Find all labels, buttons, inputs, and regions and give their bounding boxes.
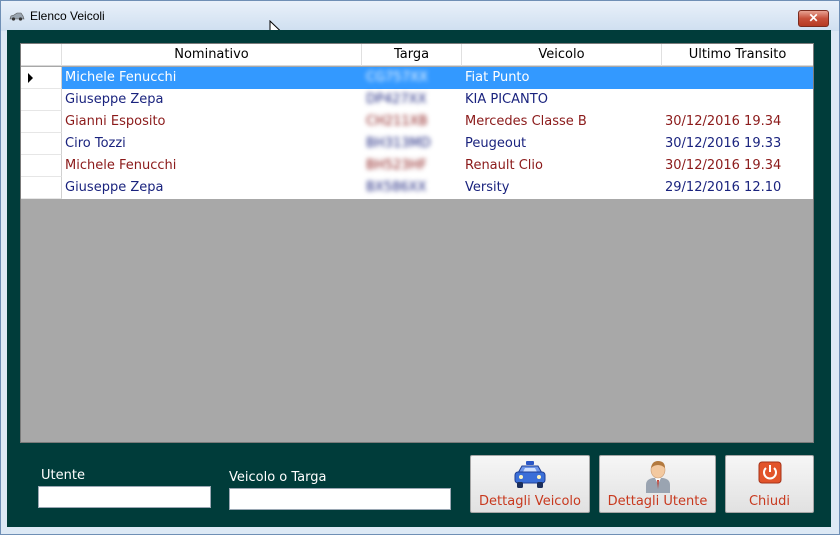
- column-header-nominativo[interactable]: Nominativo: [62, 44, 362, 66]
- cell-targa: BH523HF: [366, 158, 427, 173]
- cell-veicolo: Renault Clio: [465, 158, 543, 173]
- car-icon: [9, 12, 25, 21]
- cell-ultimo-transito: 30/12/2016 19.34: [665, 114, 782, 129]
- cell-nominativo: Michele Fenucchi: [65, 70, 177, 85]
- utente-input[interactable]: [38, 486, 211, 508]
- cell-veicolo: Fiat Punto: [465, 70, 530, 85]
- cell-nominativo: Michele Fenucchi: [65, 158, 177, 173]
- row-header[interactable]: [21, 133, 62, 155]
- cell-ultimo-transito: [665, 89, 813, 111]
- row-header-corner: [21, 44, 62, 66]
- cell-veicolo: Peugeout: [465, 136, 527, 151]
- close-window-button[interactable]: ✕: [798, 10, 829, 27]
- cell-targa: CH211XB: [366, 114, 428, 129]
- row-header[interactable]: [21, 155, 62, 177]
- cell-ultimo-transito: [665, 67, 813, 89]
- vehicles-table[interactable]: Nominativo Targa Veicolo Ultimo Transito…: [20, 43, 814, 443]
- cell-ultimo-transito: 30/12/2016 19.33: [665, 136, 782, 151]
- title-bar: Elenco Veicoli ✕: [1, 1, 839, 31]
- cell-nominativo: Ciro Tozzi: [65, 136, 126, 151]
- chiudi-label: Chiudi: [748, 494, 791, 509]
- current-row-icon: [28, 73, 33, 83]
- row-header[interactable]: [21, 89, 62, 111]
- cell-nominativo: Giuseppe Zepa: [65, 180, 164, 195]
- table-row[interactable]: Michele Fenucchi CG757XX Fiat Punto: [21, 67, 813, 89]
- cell-targa: BH313MD: [366, 136, 431, 151]
- column-header-ultimo-transito[interactable]: Ultimo Transito: [662, 44, 813, 66]
- dettagli-utente-button[interactable]: Dettagli Utente: [599, 455, 716, 513]
- table-header: Nominativo Targa Veicolo Ultimo Transito: [21, 44, 813, 66]
- power-icon: [758, 461, 781, 484]
- dettagli-veicolo-label: Dettagli Veicolo: [479, 494, 581, 509]
- cell-veicolo: Versity: [465, 180, 510, 195]
- row-header[interactable]: [21, 177, 62, 199]
- cell-targa: BX586XX: [366, 180, 427, 195]
- column-header-targa[interactable]: Targa: [362, 44, 462, 66]
- cell-nominativo: Gianni Esposito: [65, 114, 166, 129]
- row-header[interactable]: [21, 111, 62, 133]
- row-header[interactable]: [21, 67, 62, 89]
- cell-ultimo-transito: 29/12/2016 12.10: [665, 180, 782, 195]
- dettagli-veicolo-button[interactable]: Dettagli Veicolo: [470, 455, 590, 513]
- cell-ultimo-transito: 30/12/2016 19.34: [665, 158, 782, 173]
- cell-targa: DP427XX: [366, 92, 427, 107]
- table-row[interactable]: Michele Fenucchi BH523HF Renault Clio 30…: [21, 155, 813, 177]
- user-icon: [645, 461, 670, 493]
- cell-veicolo: Mercedes Classe B: [465, 114, 587, 129]
- table-row[interactable]: Giuseppe Zepa BX586XX Versity 29/12/2016…: [21, 177, 813, 199]
- taxi-icon: [514, 461, 546, 488]
- utente-label: Utente: [41, 468, 85, 483]
- cell-nominativo: Giuseppe Zepa: [65, 92, 164, 107]
- table-row[interactable]: Ciro Tozzi BH313MD Peugeout 30/12/2016 1…: [21, 133, 813, 155]
- table-row[interactable]: Giuseppe Zepa DP427XX KIA PICANTO: [21, 89, 813, 111]
- table-row[interactable]: Gianni Esposito CH211XB Mercedes Classe …: [21, 111, 813, 133]
- dettagli-utente-label: Dettagli Utente: [607, 494, 708, 509]
- veicolo-targa-label: Veicolo o Targa: [229, 470, 327, 485]
- cell-targa: CG757XX: [366, 70, 428, 85]
- chiudi-button[interactable]: Chiudi: [725, 455, 814, 513]
- column-header-veicolo[interactable]: Veicolo: [462, 44, 662, 66]
- veicolo-targa-input[interactable]: [229, 488, 451, 510]
- window-title: Elenco Veicoli: [30, 9, 105, 23]
- cell-veicolo: KIA PICANTO: [465, 92, 548, 107]
